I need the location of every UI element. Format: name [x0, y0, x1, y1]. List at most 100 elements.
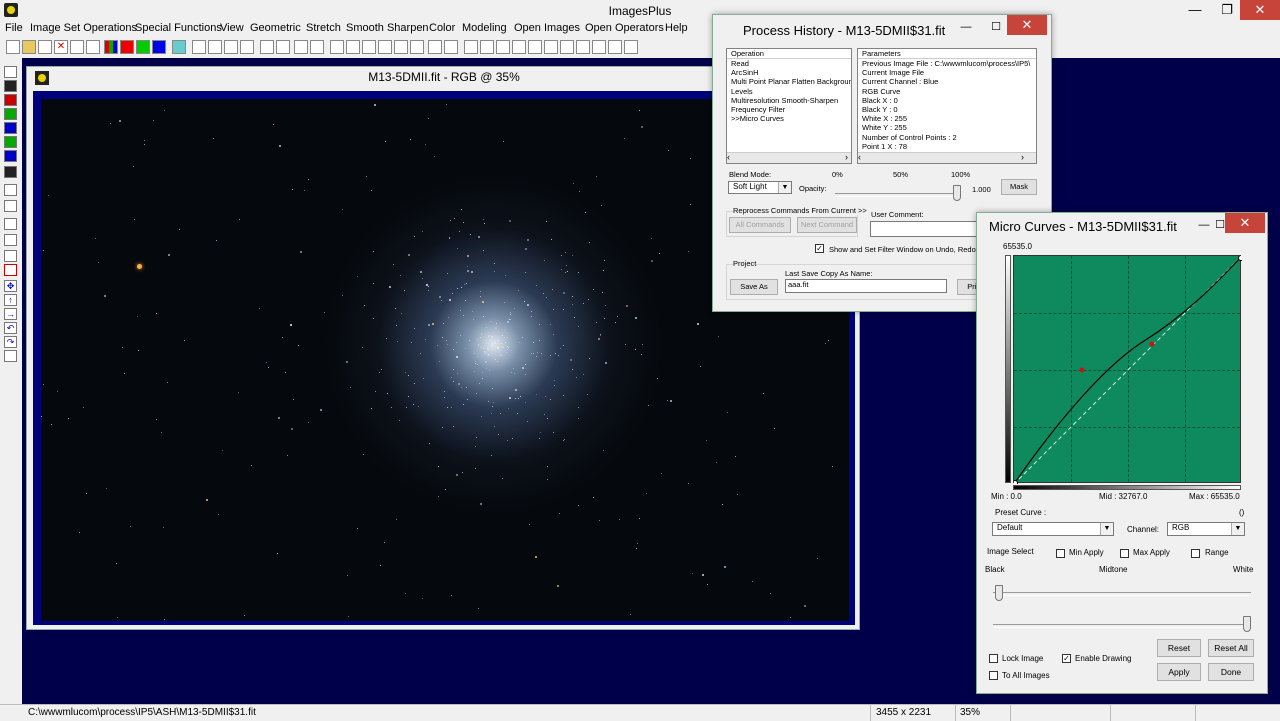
- opacity-slider-thumb[interactable]: [953, 185, 961, 201]
- micro-curves-window[interactable]: Micro Curves - M13-5DMII$31.fit — ☐ ✕ 65…: [976, 212, 1268, 694]
- control-point[interactable]: [1079, 367, 1085, 373]
- zoom-fit-icon[interactable]: [496, 40, 510, 54]
- menu-special-functions[interactable]: Special Functions: [135, 22, 222, 34]
- point-icon[interactable]: [260, 40, 274, 54]
- save-name-field[interactable]: aaa.fit: [785, 279, 947, 293]
- zoom-in-icon[interactable]: [464, 40, 478, 54]
- to-all-images-checkbox[interactable]: [989, 671, 998, 680]
- curve-svg[interactable]: [1014, 256, 1242, 484]
- black-slider-thumb[interactable]: [995, 585, 1003, 601]
- range-slider-track[interactable]: [993, 624, 1251, 628]
- tool-green-icon[interactable]: [4, 108, 17, 120]
- minimize-button[interactable]: —: [1180, 0, 1210, 20]
- close-all-icon[interactable]: [70, 40, 84, 54]
- print-icon[interactable]: [86, 40, 100, 54]
- range-slider-thumb[interactable]: [1243, 616, 1251, 632]
- tool-7-icon[interactable]: [4, 234, 17, 246]
- rotate-left-icon[interactable]: ↶: [4, 322, 17, 334]
- history-close-button[interactable]: ✕: [1007, 15, 1047, 35]
- save-icon[interactable]: [38, 40, 52, 54]
- tool-6-icon[interactable]: [4, 218, 17, 230]
- arrow-right-icon[interactable]: →: [4, 308, 17, 320]
- operation-item[interactable]: Multiresolution Smooth-Sharpen: [727, 96, 851, 105]
- restore-button[interactable]: ❐: [1212, 0, 1242, 20]
- undo-icon[interactable]: [192, 40, 206, 54]
- close-button[interactable]: ✕: [1240, 0, 1280, 20]
- window-5-icon[interactable]: [624, 40, 638, 54]
- user-comment-field[interactable]: [870, 221, 980, 237]
- curves-close-button[interactable]: ✕: [1225, 213, 1265, 233]
- menu-view[interactable]: View: [220, 22, 244, 34]
- add-icon[interactable]: [362, 40, 376, 54]
- redo-all-icon[interactable]: [240, 40, 254, 54]
- operation-item[interactable]: Frequency Filter: [727, 105, 851, 114]
- menu-smooth-sharpen[interactable]: Smooth Sharpen: [346, 22, 429, 34]
- parameters-list[interactable]: Parameters Previous Image File : C:\wwwm…: [857, 48, 1037, 164]
- menu-open-operators[interactable]: Open Operators: [585, 22, 664, 34]
- endpoint-black[interactable]: [1014, 480, 1018, 485]
- menu-modeling[interactable]: Modeling: [462, 22, 507, 34]
- endpoint-white[interactable]: [1238, 256, 1243, 261]
- blue-channel-icon[interactable]: [152, 40, 166, 54]
- new-icon[interactable]: [6, 40, 20, 54]
- tool-blue-icon[interactable]: [4, 122, 17, 134]
- tool-9-icon[interactable]: [4, 264, 17, 276]
- lock-image-checkbox[interactable]: [989, 654, 998, 663]
- tool-blue-2-icon[interactable]: [4, 150, 17, 162]
- tool-red-icon[interactable]: [4, 94, 17, 106]
- enable-drawing-checkbox[interactable]: ✓: [1062, 654, 1071, 663]
- done-button[interactable]: Done: [1208, 663, 1254, 681]
- grid-icon[interactable]: [172, 40, 186, 54]
- range-checkbox[interactable]: [1191, 549, 1200, 558]
- marker-icon[interactable]: [276, 40, 290, 54]
- camera-icon[interactable]: [410, 40, 424, 54]
- zoom-plus-icon[interactable]: [528, 40, 542, 54]
- zoom-minus-icon[interactable]: [544, 40, 558, 54]
- operation-item[interactable]: Read: [727, 59, 851, 68]
- select-icon[interactable]: [444, 40, 458, 54]
- menu-image-set-operations[interactable]: Image Set Operations: [30, 22, 137, 34]
- operation-item[interactable]: ArcSinH: [727, 68, 851, 77]
- control-point[interactable]: [1149, 341, 1155, 347]
- open-icon[interactable]: [22, 40, 36, 54]
- move-icon[interactable]: ✥: [4, 280, 17, 292]
- next-command-button[interactable]: Next Command: [797, 217, 857, 233]
- dots-icon[interactable]: [294, 40, 308, 54]
- channel-select[interactable]: RGB ▼: [1167, 522, 1245, 536]
- window-4-icon[interactable]: [608, 40, 622, 54]
- close-image-icon[interactable]: ✕: [54, 40, 68, 54]
- blend-mode-select[interactable]: Soft Light ▼: [728, 181, 792, 194]
- crop-icon[interactable]: [394, 40, 408, 54]
- rgb-channels-icon[interactable]: [104, 40, 118, 54]
- max-apply-checkbox[interactable]: [1120, 549, 1129, 558]
- menu-stretch[interactable]: Stretch: [306, 22, 341, 34]
- history-minimize-button[interactable]: —: [951, 17, 981, 37]
- operation-hscroll[interactable]: ‹ ›: [727, 152, 851, 163]
- apply-button[interactable]: Apply: [1157, 663, 1201, 681]
- menu-open-images[interactable]: Open Images: [514, 22, 580, 34]
- zoom-actual-icon[interactable]: [512, 40, 526, 54]
- operation-item[interactable]: Multi Point Planar Flatten Background: [727, 77, 851, 86]
- red-channel-icon[interactable]: [120, 40, 134, 54]
- histogram-icon[interactable]: [310, 40, 324, 54]
- tool-8-icon[interactable]: [4, 250, 17, 262]
- tool-green-2-icon[interactable]: [4, 136, 17, 148]
- all-commands-button[interactable]: All Commands: [729, 217, 791, 233]
- menu-color[interactable]: Color: [429, 22, 455, 34]
- menu-geometric[interactable]: Geometric: [250, 22, 301, 34]
- tool-2-icon[interactable]: [4, 80, 17, 92]
- menu-help[interactable]: Help: [665, 22, 688, 34]
- min-apply-checkbox[interactable]: [1056, 549, 1065, 558]
- pencil-icon[interactable]: [428, 40, 442, 54]
- crosshair-icon[interactable]: [378, 40, 392, 54]
- operation-item[interactable]: >>Micro Curves: [727, 114, 851, 123]
- reset-button[interactable]: Reset: [1157, 639, 1201, 657]
- operation-list[interactable]: Operation Read ArcSinH Multi Point Plana…: [726, 48, 852, 164]
- levels-icon[interactable]: [330, 40, 344, 54]
- parameters-hscroll[interactable]: ‹ ›: [858, 152, 1036, 163]
- window-icon[interactable]: [560, 40, 574, 54]
- curve-plot-area[interactable]: [1013, 255, 1242, 484]
- menu-file[interactable]: File: [5, 22, 23, 34]
- redo-icon[interactable]: [208, 40, 222, 54]
- tool-4-icon[interactable]: [4, 184, 17, 196]
